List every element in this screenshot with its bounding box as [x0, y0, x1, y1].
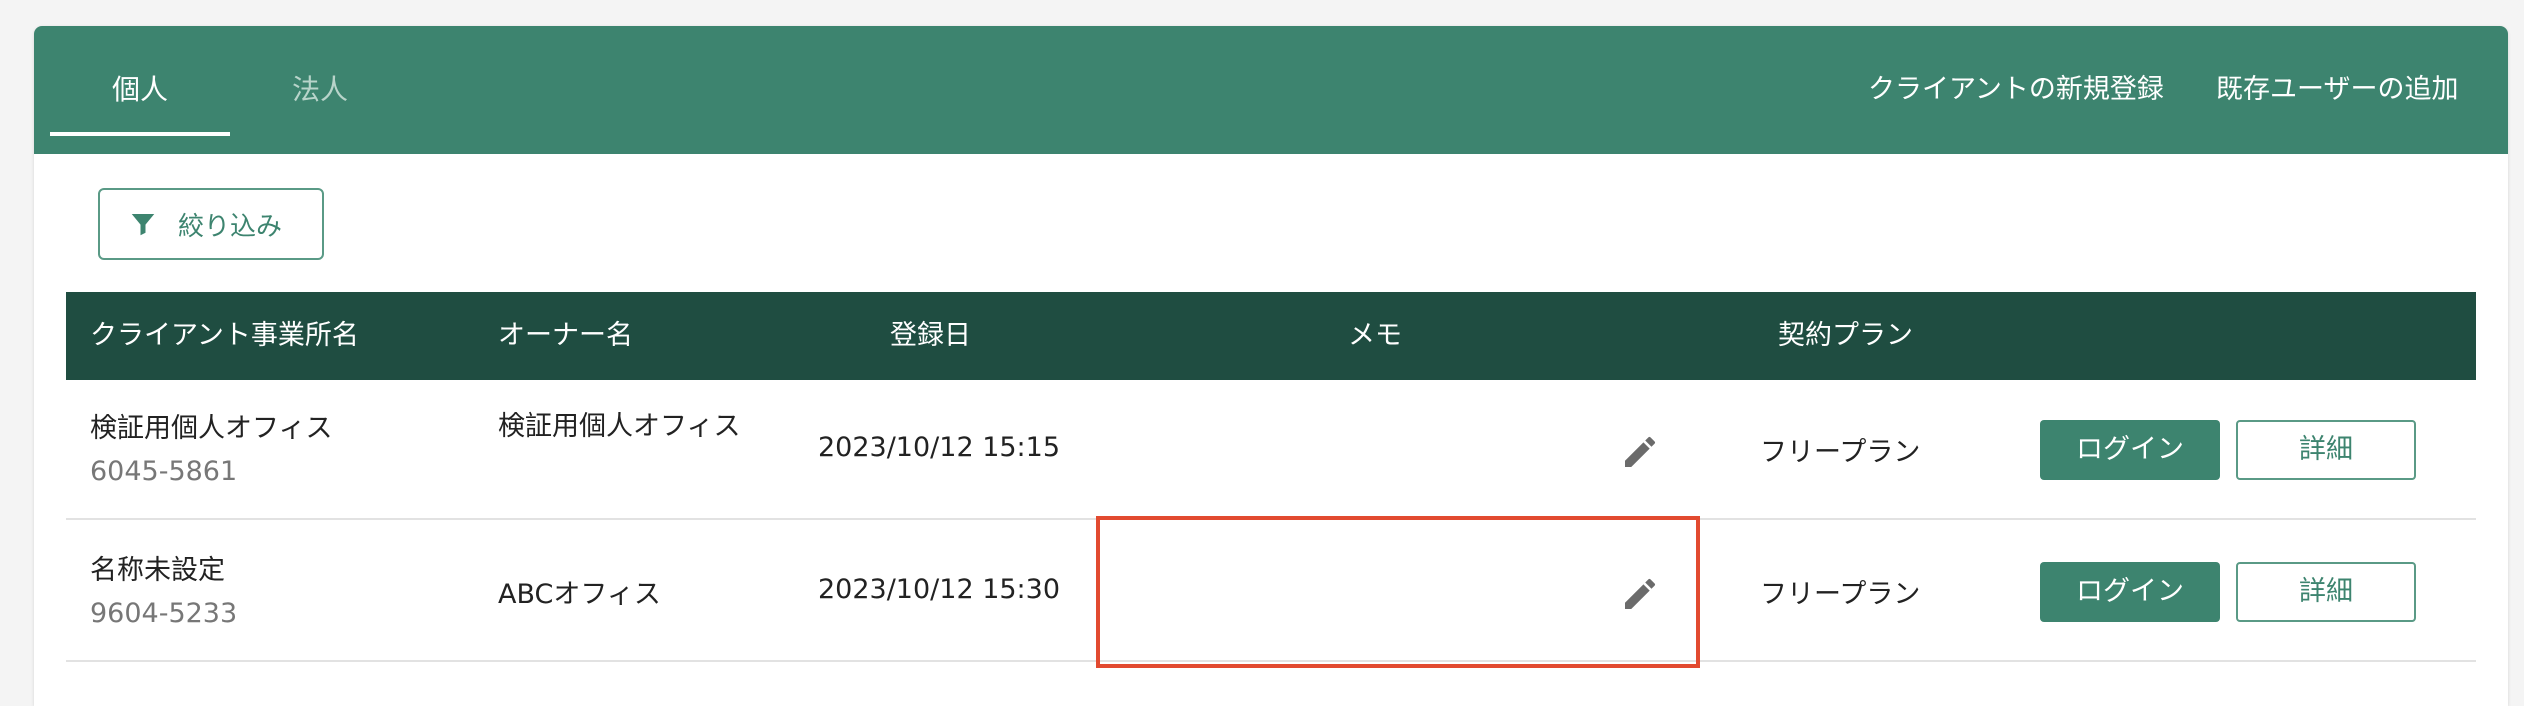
add-existing-user-link[interactable]: 既存ユーザーの追加: [2216, 70, 2458, 110]
column-header-registered: 登録日: [890, 320, 971, 351]
filter-icon: [131, 214, 155, 236]
office-name: 検証用個人オフィス: [90, 413, 333, 444]
column-header-plan: 契約プラン: [1778, 320, 1913, 351]
header-bar: 個人 法人 クライアントの新規登録 既存ユーザーの追加: [34, 26, 2508, 154]
table-header: クライアント事業所名 オーナー名 登録日 メモ 契約プラン: [66, 292, 2476, 380]
detail-button[interactable]: 詳細: [2236, 562, 2416, 622]
table-row: 検証用個人オフィス 6045-5861 検証用個人オフィス 2023/10/12…: [66, 380, 2476, 520]
edit-memo-icon[interactable]: [1620, 432, 1660, 472]
highlight-box: [1096, 516, 1700, 668]
plan: フリープラン: [1760, 579, 1921, 610]
filter-label: 絞り込み: [178, 211, 283, 242]
office-code: 9604-5233: [90, 598, 238, 629]
detail-button[interactable]: 詳細: [2236, 420, 2416, 480]
active-tab-indicator: [50, 132, 230, 136]
tab-individual[interactable]: 個人: [50, 70, 230, 110]
login-button[interactable]: ログイン: [2040, 562, 2220, 622]
column-header-office: クライアント事業所名: [90, 320, 359, 351]
registered-date: 2023/10/12 15:15: [818, 432, 1061, 463]
new-client-link[interactable]: クライアントの新規登録: [1868, 70, 2164, 110]
registered-date: 2023/10/12 15:30: [818, 574, 1061, 605]
plan: フリープラン: [1760, 437, 1921, 468]
office-name: 名称未設定: [90, 555, 225, 586]
office-code: 6045-5861: [90, 456, 238, 487]
tab-corporate[interactable]: 法人: [230, 70, 410, 110]
column-header-owner: オーナー名: [498, 320, 633, 351]
filter-button[interactable]: 絞り込み: [98, 188, 324, 260]
owner-name: 検証用個人オフィス: [498, 411, 741, 442]
column-header-memo: メモ: [1348, 320, 1402, 351]
login-button[interactable]: ログイン: [2040, 420, 2220, 480]
owner-name: ABCオフィス: [498, 579, 661, 610]
